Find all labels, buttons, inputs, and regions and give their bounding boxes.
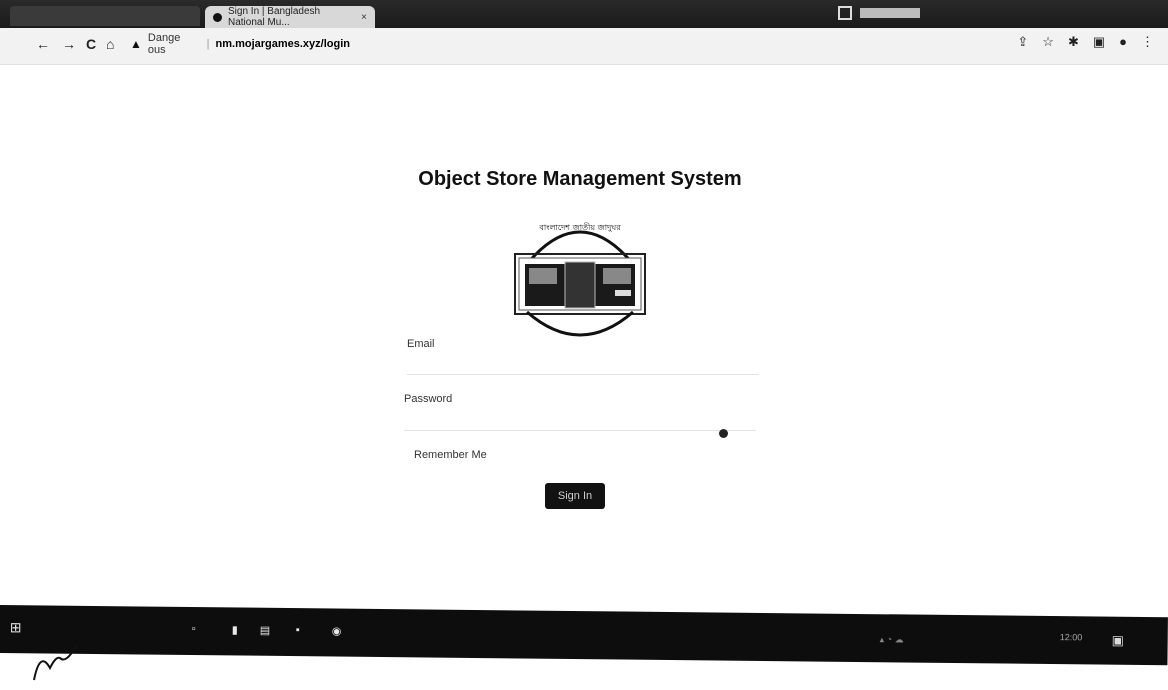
security-label: Dange ous [147, 32, 181, 56]
url-divider: | [206, 38, 210, 50]
browser-tab-bar: Sign In | Bangladesh National Mu... × [0, 0, 1168, 28]
taskbar-clock[interactable]: 12:00 [1060, 632, 1083, 642]
address-bar: ← → C ⌂ ▲ Dange ous | nm.mojargames.xyz/… [0, 28, 1168, 65]
password-input[interactable] [404, 408, 756, 431]
password-label: Password [404, 393, 453, 405]
remember-me-checkbox-label[interactable]: Remember Me [414, 449, 487, 461]
task-view-icon[interactable]: ▫ [192, 623, 196, 635]
menu-icon[interactable]: ⋮ [1141, 34, 1154, 50]
page-title: Object Store Management System [418, 168, 742, 190]
taskbar-app-icon[interactable]: ▮ [232, 623, 238, 636]
email-input[interactable] [407, 352, 759, 375]
show-password-icon[interactable] [719, 429, 728, 438]
url-text: nm.mojargames.xyz/login [215, 38, 350, 50]
tab-close-icon[interactable]: × [361, 12, 367, 23]
file-explorer-icon[interactable]: ▤ [260, 624, 271, 637]
extensions-icon[interactable]: ✱ [1068, 34, 1079, 50]
back-icon[interactable]: ← [36, 36, 50, 52]
share-icon[interactable]: ⇪ [1017, 34, 1028, 50]
active-tab[interactable]: Sign In | Bangladesh National Mu... × [205, 6, 375, 28]
tab-favicon-icon [213, 12, 222, 22]
chrome-icon[interactable]: ◉ [332, 624, 342, 637]
profile-icon[interactable]: ● [1119, 34, 1127, 50]
sidebar-icon[interactable]: ▣ [1093, 34, 1105, 50]
tab-title: Sign In | Bangladesh National Mu... [228, 6, 321, 28]
home-icon[interactable]: ⌂ [106, 36, 114, 52]
warning-icon: ▲ [130, 37, 142, 51]
star-icon[interactable]: ☆ [1042, 34, 1054, 50]
forward-icon[interactable]: → [62, 36, 76, 52]
system-tray[interactable]: ▴ ◔ ☁ [880, 634, 904, 645]
email-label: Email [407, 338, 435, 350]
reload-icon[interactable]: C [86, 36, 96, 52]
browser-extension-badge[interactable] [860, 8, 920, 18]
museum-logo: বাংলাদেশ জাতীয় জাদুঘর [514, 222, 646, 337]
sign-in-button[interactable]: Sign In [545, 483, 605, 509]
taskbar-app-icon[interactable]: ▪ [296, 624, 300, 636]
url-field[interactable]: ▲ Dange ous | nm.mojargames.xyz/login [130, 32, 350, 56]
os-taskbar: ⊞ ▫ ▮ ▤ ▪ ◉ ▴ ◔ ☁ 12:00 ▣ [0, 605, 1168, 666]
inactive-tab[interactable] [10, 6, 200, 26]
svg-text:বাংলাদেশ জাতীয় জাদুঘর: বাংলাদেশ জাতীয় জাদুঘর [538, 222, 621, 232]
browser-toolbar: ⇪ ☆ ✱ ▣ ● ⋮ [1017, 34, 1154, 50]
handwritten-signature [33, 645, 77, 681]
windows-start-icon[interactable]: ⊞ [10, 619, 22, 636]
window-icon[interactable] [838, 6, 852, 20]
notifications-icon[interactable]: ▣ [1112, 633, 1124, 649]
